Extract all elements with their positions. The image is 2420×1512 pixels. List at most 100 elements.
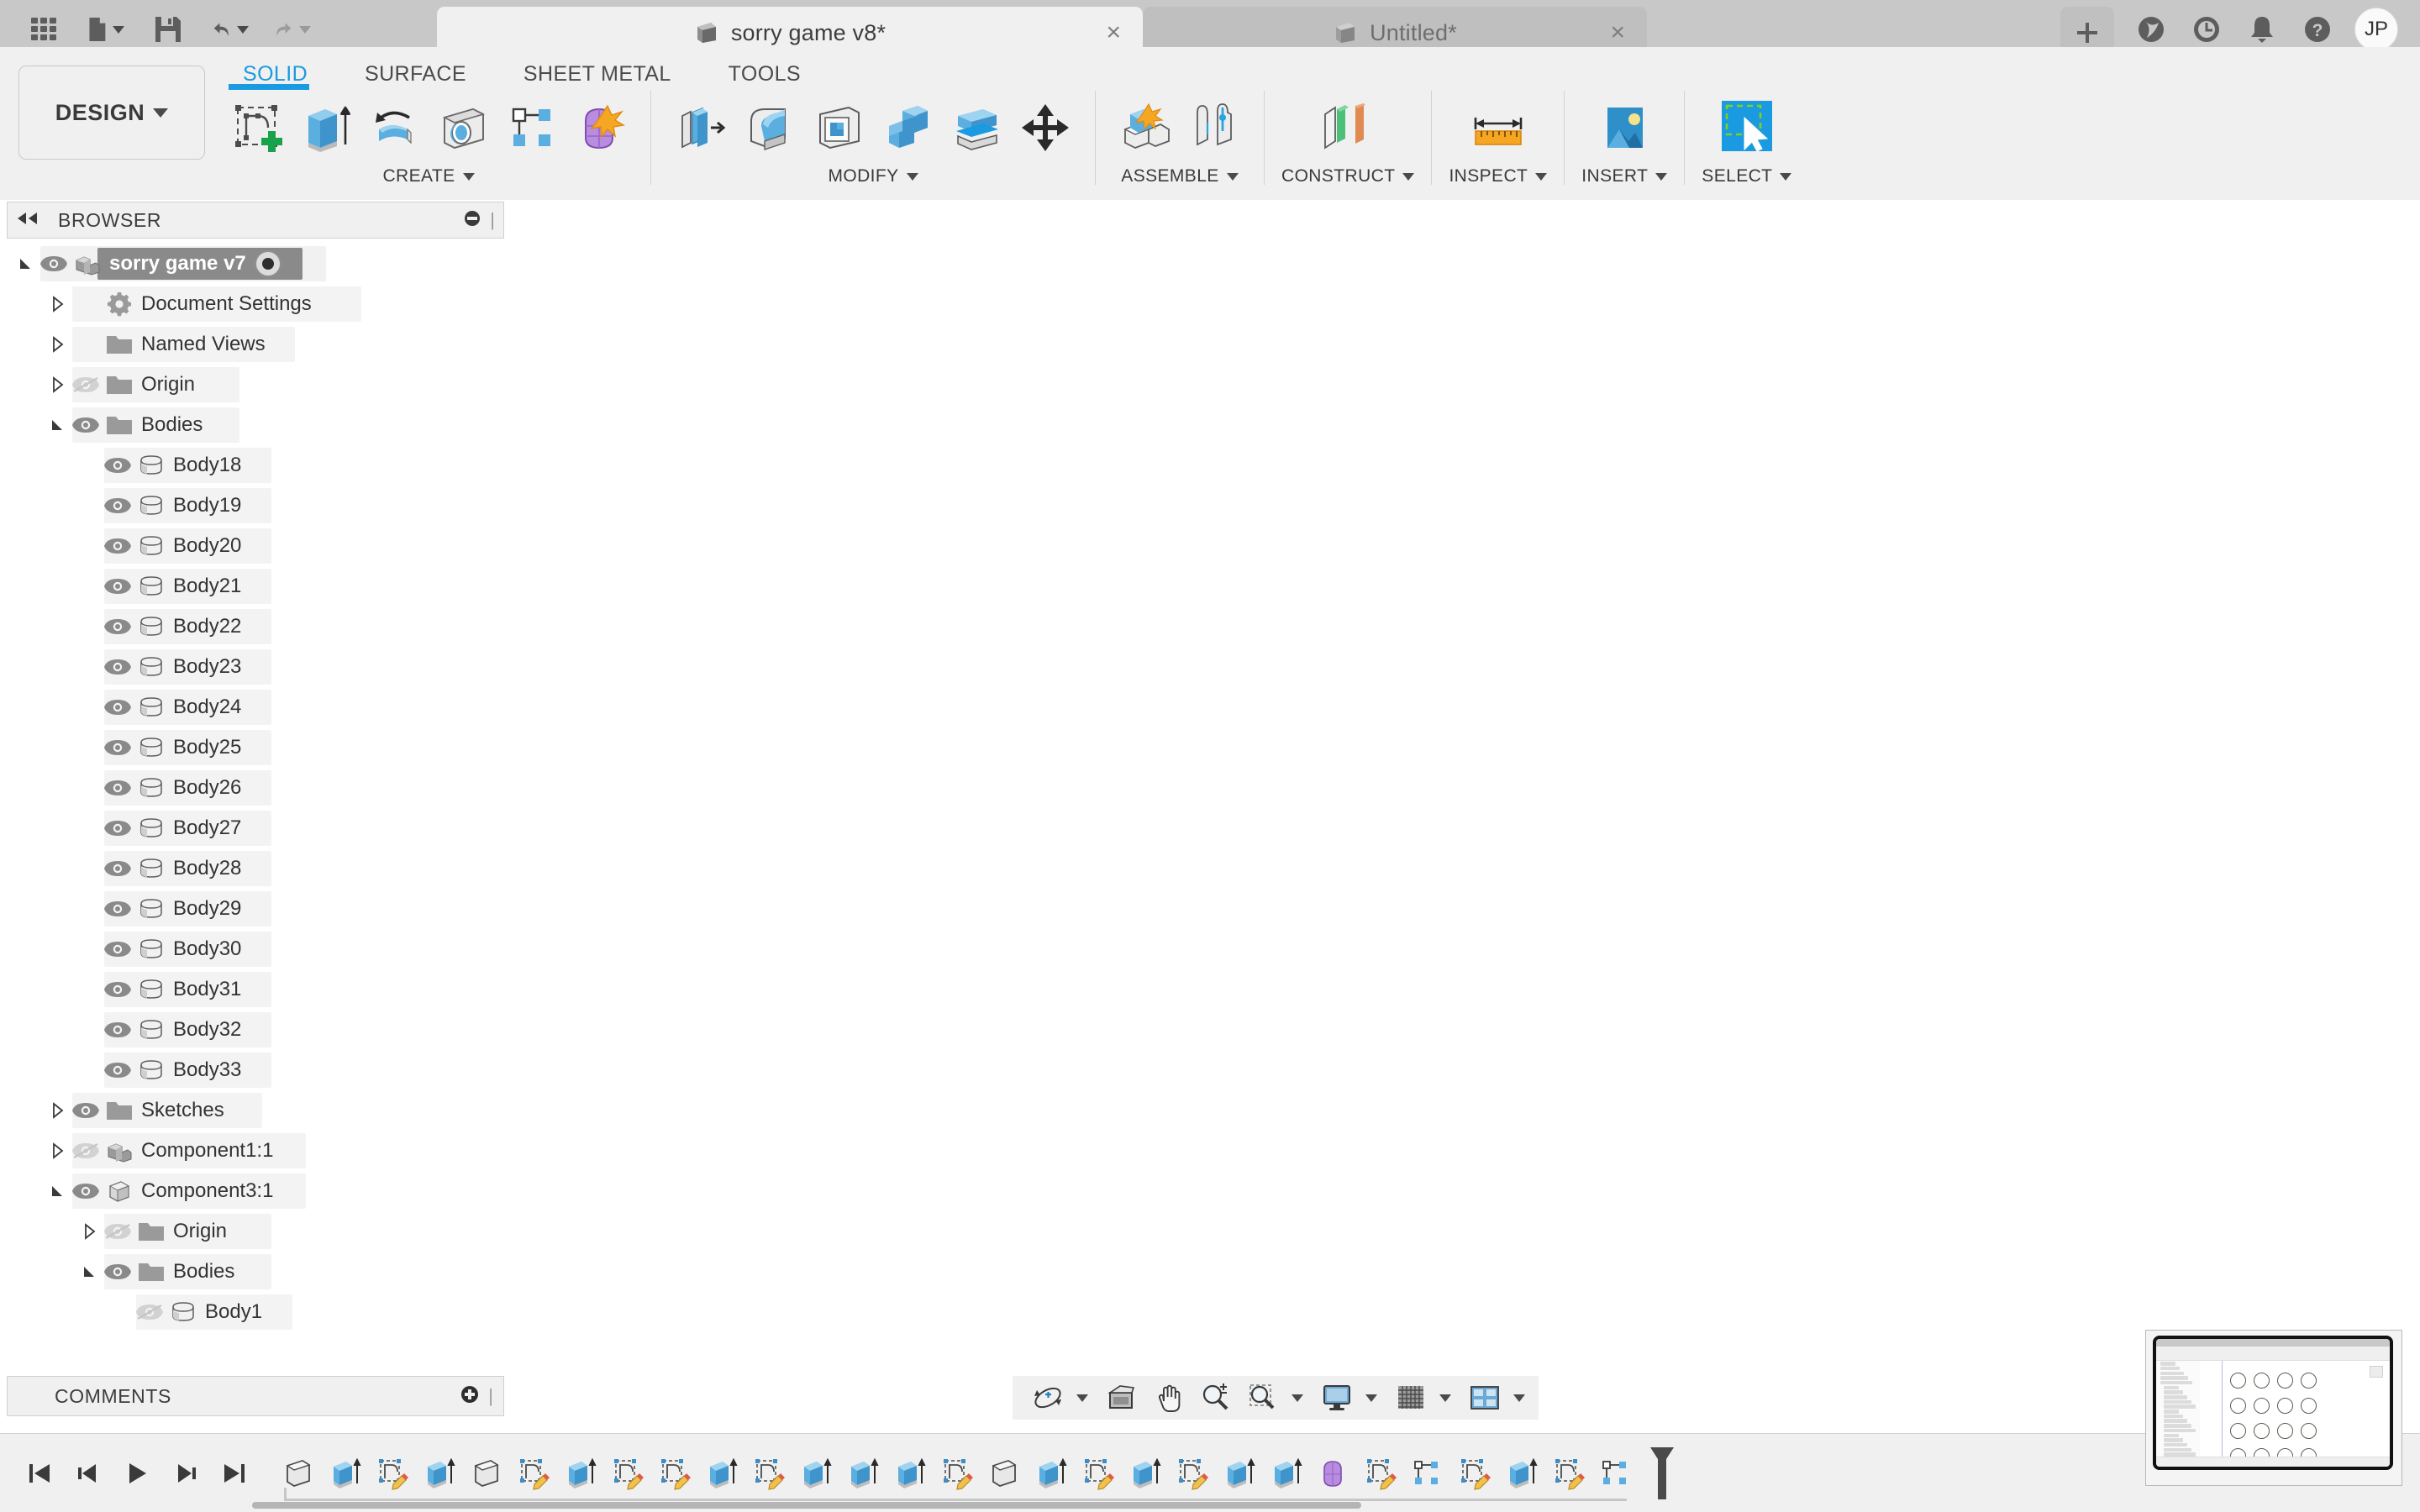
- save-icon[interactable]: [150, 11, 187, 48]
- collapse-left-icon[interactable]: [16, 212, 39, 229]
- eye-visible-icon[interactable]: [101, 779, 134, 797]
- combine-icon[interactable]: [875, 95, 940, 160]
- timeline-feature-2[interactable]: [368, 1450, 415, 1497]
- help-icon[interactable]: ?: [2299, 11, 2336, 48]
- tree-item-body29[interactable]: Body29: [0, 889, 504, 929]
- orbit-icon[interactable]: [1026, 1378, 1070, 1417]
- timeline-feature-20[interactable]: [1215, 1450, 1262, 1497]
- close-icon[interactable]: ×: [1106, 20, 1121, 45]
- eye-visible-icon[interactable]: [101, 819, 134, 837]
- timeline-feature-17[interactable]: [1074, 1450, 1121, 1497]
- eye-visible-icon[interactable]: [37, 255, 71, 273]
- chevron-down-icon[interactable]: [1439, 1394, 1451, 1402]
- panel-resize-handle[interactable]: |: [490, 211, 495, 229]
- chevron-down-icon[interactable]: [1076, 1394, 1088, 1402]
- timeline-feature-27[interactable]: [1544, 1450, 1591, 1497]
- tree-item-body30[interactable]: Body30: [0, 929, 504, 969]
- timeline-marker-icon[interactable]: [1639, 1446, 1686, 1499]
- move-copy-icon[interactable]: [1013, 95, 1078, 160]
- tree-item-named-views[interactable]: Named Views: [0, 324, 504, 365]
- timeline-feature-24[interactable]: [1403, 1450, 1450, 1497]
- eye-hidden-icon[interactable]: [69, 1142, 103, 1160]
- timeline-feature-21[interactable]: [1262, 1450, 1309, 1497]
- extrude-icon[interactable]: [292, 95, 358, 160]
- timeline-feature-23[interactable]: [1356, 1450, 1403, 1497]
- redo-icon[interactable]: [274, 11, 311, 48]
- timeline-feature-13[interactable]: [886, 1450, 933, 1497]
- job-status-icon[interactable]: [2188, 11, 2225, 48]
- insert-image-icon[interactable]: [1582, 95, 1666, 160]
- eye-hidden-icon[interactable]: [133, 1303, 166, 1321]
- pan-icon[interactable]: [1147, 1378, 1191, 1417]
- timeline-feature-8[interactable]: [650, 1450, 697, 1497]
- expand-arrow-closed-icon[interactable]: [47, 1142, 69, 1159]
- tree-item-body33[interactable]: Body33: [0, 1050, 504, 1090]
- capsule-piece-B-2-0[interactable]: B B: [566, 879, 753, 1116]
- step-forward-icon[interactable]: [168, 1454, 203, 1493]
- timeline-feature-1[interactable]: [321, 1450, 368, 1497]
- capsule-piece-B-2-2[interactable]: B B: [1056, 845, 1244, 1083]
- capsule-piece-D-0-0[interactable]: D D: [725, 499, 913, 737]
- timeline-feature-18[interactable]: [1121, 1450, 1168, 1497]
- eye-visible-icon[interactable]: [69, 1182, 103, 1200]
- expand-arrow-closed-icon[interactable]: [47, 1102, 69, 1119]
- chevron-down-icon[interactable]: [1780, 172, 1792, 181]
- select-icon[interactable]: [1705, 95, 1789, 160]
- eye-visible-icon[interactable]: [101, 859, 134, 878]
- notifications-bell-icon[interactable]: [2244, 11, 2281, 48]
- extensions-icon[interactable]: [2133, 11, 2170, 48]
- measure-icon[interactable]: [1456, 95, 1540, 160]
- fillet-icon[interactable]: [737, 95, 802, 160]
- capsule-piece-A-3-1[interactable]: A A: [731, 1052, 918, 1289]
- chevron-down-icon[interactable]: [1365, 1394, 1377, 1402]
- tree-item-sketches[interactable]: Sketches: [0, 1090, 504, 1131]
- tree-item-origin[interactable]: Origin: [0, 1211, 504, 1252]
- offset-plane-icon[interactable]: [1306, 95, 1390, 160]
- tree-item-body20[interactable]: Body20: [0, 526, 504, 566]
- capsule-piece-A-3-3[interactable]: A A: [1222, 1018, 1409, 1256]
- chevron-down-icon[interactable]: [299, 25, 311, 34]
- tree-item-body27[interactable]: Body27: [0, 808, 504, 848]
- tree-item-body24[interactable]: Body24: [0, 687, 504, 727]
- tree-item-body18[interactable]: Body18: [0, 445, 504, 486]
- hole-icon[interactable]: [430, 95, 496, 160]
- expand-arrow-closed-icon[interactable]: [47, 336, 69, 353]
- eye-visible-icon[interactable]: [101, 617, 134, 636]
- tree-item-body23[interactable]: Body23: [0, 647, 504, 687]
- eye-visible-icon[interactable]: [101, 658, 134, 676]
- view-preview-thumbnail[interactable]: [2145, 1330, 2402, 1486]
- timeline-feature-28[interactable]: [1591, 1450, 1639, 1497]
- viewports-icon[interactable]: [1463, 1378, 1507, 1417]
- eye-visible-icon[interactable]: [101, 1021, 134, 1039]
- tree-item-sorry-game-v7[interactable]: sorry game v7: [0, 244, 504, 284]
- chevron-down-icon[interactable]: [1292, 1394, 1303, 1402]
- timeline-feature-0[interactable]: [274, 1450, 321, 1497]
- chevron-down-icon[interactable]: [1513, 1394, 1525, 1402]
- activate-component-radio[interactable]: [254, 250, 281, 277]
- joint-icon[interactable]: [1181, 95, 1247, 160]
- tree-item-body22[interactable]: Body22: [0, 606, 504, 647]
- horizontal-scrollbar[interactable]: [252, 1502, 1361, 1509]
- chevron-down-icon[interactable]: [153, 108, 169, 118]
- revolve-icon[interactable]: [361, 95, 427, 160]
- timeline-feature-26[interactable]: [1497, 1450, 1544, 1497]
- go-to-start-icon[interactable]: [22, 1454, 57, 1493]
- eye-visible-icon[interactable]: [101, 698, 134, 717]
- ribbon-tab-tools[interactable]: TOOLS: [700, 54, 829, 95]
- new-component-icon[interactable]: [1113, 95, 1178, 160]
- eye-visible-icon[interactable]: [101, 738, 134, 757]
- capsule-piece-C-1-2[interactable]: C C: [1136, 655, 1323, 893]
- capsule-piece-C-1-3[interactable]: C C: [1381, 638, 1569, 876]
- zoom-icon[interactable]: [1194, 1378, 1238, 1417]
- eye-visible-icon[interactable]: [101, 940, 134, 958]
- shell-icon[interactable]: [806, 95, 871, 160]
- timeline-feature-10[interactable]: [744, 1450, 792, 1497]
- add-comment-icon[interactable]: [460, 1384, 480, 1409]
- timeline-feature-14[interactable]: [933, 1450, 980, 1497]
- eye-visible-icon[interactable]: [101, 456, 134, 475]
- avatar[interactable]: JP: [2354, 8, 2398, 51]
- split-body-icon[interactable]: [944, 95, 1009, 160]
- chevron-down-icon[interactable]: [906, 172, 918, 181]
- eye-visible-icon[interactable]: [101, 1061, 134, 1079]
- grid-snap-icon[interactable]: [1389, 1378, 1433, 1417]
